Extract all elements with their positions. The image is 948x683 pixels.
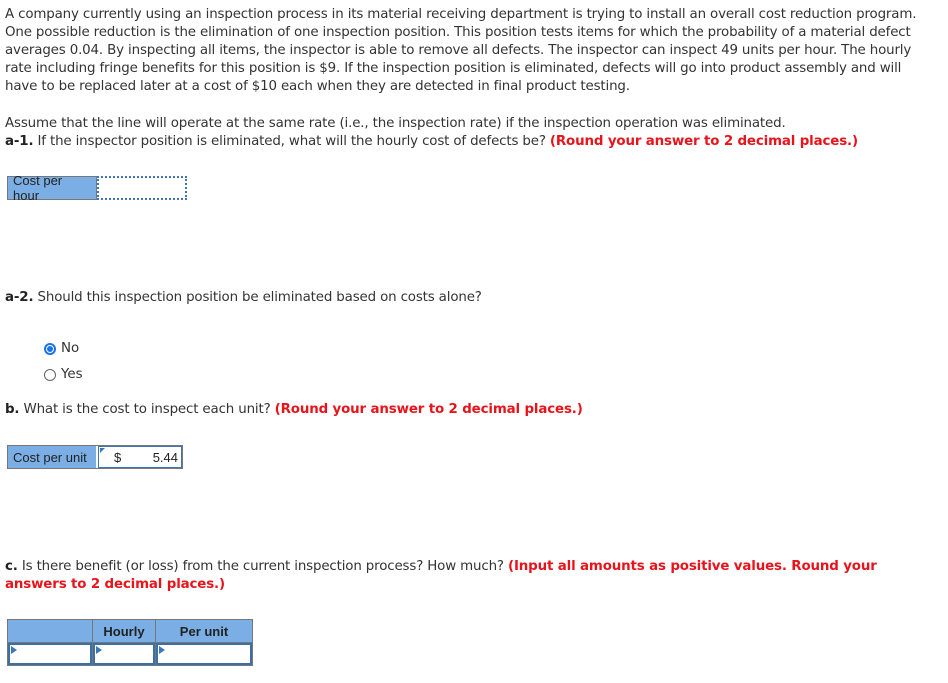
cost-per-hour-row: Cost per hour	[7, 173, 187, 203]
question-a2-text: Should this inspection position be elimi…	[33, 290, 482, 305]
question-b: b. What is the cost to inspect each unit…	[5, 401, 935, 419]
question-a1-label: a-1.	[5, 134, 34, 149]
cost-per-unit-input[interactable]: $ 5.44	[98, 446, 182, 468]
header-hourly: Hourly	[92, 619, 156, 643]
problem-intro: A company currently using an inspection …	[5, 7, 917, 94]
radio-option-no-label: No	[61, 341, 80, 356]
dropdown-marker-icon	[11, 646, 17, 654]
cost-per-unit-value: 5.44	[152, 449, 178, 465]
question-b-label: b.	[5, 402, 20, 417]
question-a1-instruction: (Round your answer to 2 decimal places.)	[549, 134, 858, 149]
benefit-table-header: Hourly Per unit	[7, 619, 253, 643]
problem-assumption: Assume that the line will operate at the…	[5, 116, 786, 131]
cost-per-unit-label: Cost per unit	[8, 446, 96, 468]
question-c-text: Is there benefit (or loss) from the curr…	[17, 559, 508, 574]
currency-symbol: $	[114, 449, 122, 465]
hourly-input-cell[interactable]	[92, 642, 156, 666]
cost-per-unit-row: Cost per unit $ 5.44	[7, 445, 183, 469]
per-unit-input-cell[interactable]	[155, 642, 253, 666]
cost-per-hour-label: Cost per hour	[8, 173, 97, 203]
radio-unchecked-icon[interactable]	[44, 368, 56, 381]
question-c-label: c.	[5, 559, 18, 574]
cell-marker-icon	[159, 646, 165, 654]
cell-marker-icon	[100, 448, 105, 453]
question-a2: a-2. Should this inspection position be …	[5, 289, 935, 307]
radio-option-yes[interactable]: Yes	[44, 367, 83, 382]
cell-marker-icon	[96, 646, 102, 654]
question-b-text: What is the cost to inspect each unit?	[19, 402, 275, 417]
radio-checked-icon[interactable]	[44, 342, 56, 355]
question-a2-label: a-2.	[5, 290, 34, 305]
question-a1-text: If the inspector position is eliminated,…	[33, 134, 550, 149]
question-c: c. Is there benefit (or loss) from the c…	[5, 558, 935, 594]
table-row	[7, 642, 253, 666]
cost-per-hour-input[interactable]	[97, 176, 187, 200]
question-b-instruction: (Round your answer to 2 decimal places.)	[274, 402, 583, 417]
radio-option-yes-label: Yes	[61, 367, 83, 382]
radio-option-no[interactable]: No	[44, 341, 79, 356]
header-blank	[7, 619, 93, 643]
header-per-unit: Per unit	[155, 619, 253, 643]
question-a1: a-1. If the inspector position is elimin…	[5, 133, 935, 151]
benefit-type-cell[interactable]	[7, 642, 93, 666]
benefit-table: Hourly Per unit	[7, 619, 253, 666]
